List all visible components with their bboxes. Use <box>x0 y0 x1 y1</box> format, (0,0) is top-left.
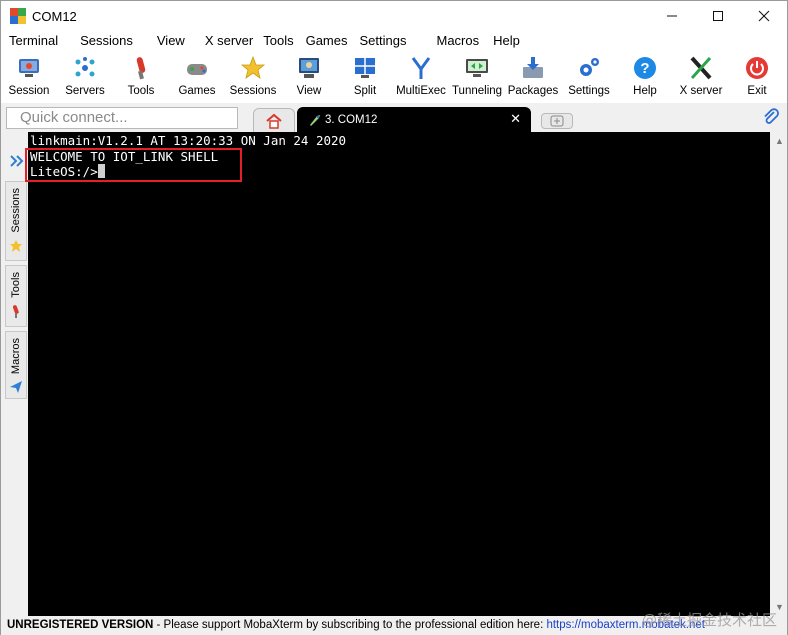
menu-view[interactable]: View <box>141 31 193 51</box>
toolbar-x-server-button[interactable]: X server <box>673 51 729 103</box>
quick-connect-input[interactable]: Quick connect... <box>6 107 238 129</box>
toolbar-label: Settings <box>568 85 610 97</box>
menu-x-server[interactable]: X server <box>193 31 261 51</box>
toolbar-label: MultiExec <box>396 85 446 97</box>
sidebar-tab-sessions[interactable]: Sessions <box>5 181 27 261</box>
toolbar-help-button[interactable]: ? Help <box>617 51 673 103</box>
window-title: COM12 <box>32 8 77 24</box>
toolbar-label: Tools <box>127 85 155 97</box>
tab-com12[interactable]: 3. COM12 ✕ <box>297 107 531 132</box>
toolbar-tools-button[interactable]: Tools <box>113 51 169 103</box>
tab-close-icon[interactable]: ✕ <box>510 111 521 127</box>
toolbar-label: Tunneling <box>451 85 503 97</box>
help-icon: ? <box>632 55 658 81</box>
menu-bar: Terminal Sessions View X server Tools Ga… <box>1 31 787 51</box>
double-chevron-right-icon[interactable] <box>5 145 27 177</box>
toolbar: Session Servers Tools Games Sessions Vie… <box>1 51 787 103</box>
home-tab[interactable] <box>253 108 295 132</box>
settings-gear-icon <box>576 55 602 81</box>
attachment-button[interactable] <box>761 107 781 127</box>
view-icon <box>296 55 322 81</box>
serial-rocket-icon <box>310 114 320 126</box>
exit-power-icon <box>744 55 770 81</box>
paperclip-icon <box>764 108 779 124</box>
star-icon <box>9 239 23 256</box>
split-icon <box>352 55 378 81</box>
terminal-line: linkmain:V1.2.1 AT 13:20:33 ON Jan 24 20… <box>30 133 347 148</box>
left-sidebar: Sessions Tools Macros <box>5 141 27 401</box>
tunneling-icon <box>464 55 490 81</box>
sidebar-tab-label: Macros <box>10 338 22 375</box>
sessions-star-icon <box>240 55 266 81</box>
menu-help[interactable]: Help <box>487 31 528 51</box>
paper-plane-icon <box>9 380 23 397</box>
menu-sessions[interactable]: Sessions <box>66 31 141 51</box>
unregistered-label: UNREGISTERED VERSION <box>7 619 154 631</box>
tools-icon <box>9 304 23 321</box>
toolbar-split-button[interactable]: Split <box>337 51 393 103</box>
mobaxterm-window: COM12 Terminal Sessions View X server To… <box>0 0 788 635</box>
packages-icon <box>520 55 546 81</box>
watermark: @稀土掘金技术社区 <box>641 611 777 629</box>
toolbar-label: Servers <box>65 85 105 97</box>
toolbar-exit-button[interactable]: Exit <box>729 51 785 103</box>
plus-icon <box>550 115 564 127</box>
minimize-button[interactable] <box>649 1 695 31</box>
x-server-icon <box>688 55 714 81</box>
toolbar-sessions-button[interactable]: Sessions <box>225 51 281 103</box>
sidebar-tab-label: Sessions <box>10 188 22 233</box>
title-bar: COM12 <box>1 1 787 31</box>
toolbar-label: Split <box>353 85 377 97</box>
toolbar-label: View <box>296 85 322 97</box>
terminal-scrollbar[interactable]: ▲ ▼ <box>771 132 787 616</box>
red-highlight-box <box>25 148 242 182</box>
menu-settings[interactable]: Settings <box>356 31 415 51</box>
toolbar-label: Help <box>633 85 657 97</box>
scroll-up-icon[interactable]: ▲ <box>775 136 784 146</box>
mobaxterm-app-icon <box>10 8 26 24</box>
toolbar-label: Sessions <box>229 85 277 97</box>
tab-row: Quick connect... 3. COM12 ✕ <box>1 103 787 132</box>
tab-label: 3. COM12 <box>325 113 378 126</box>
sidebar-tab-tools[interactable]: Tools <box>5 265 27 327</box>
maximize-icon <box>713 11 723 21</box>
toolbar-tunneling-button[interactable]: Tunneling <box>449 51 505 103</box>
multiexec-icon <box>408 55 434 81</box>
home-icon <box>266 113 282 129</box>
tools-icon <box>128 55 154 81</box>
toolbar-packages-button[interactable]: Packages <box>505 51 561 103</box>
toolbar-servers-button[interactable]: Servers <box>57 51 113 103</box>
new-tab-button[interactable] <box>541 113 573 129</box>
toolbar-games-button[interactable]: Games <box>169 51 225 103</box>
toolbar-settings-button[interactable]: Settings <box>561 51 617 103</box>
toolbar-label: Exit <box>747 85 767 97</box>
toolbar-label: Games <box>178 85 216 97</box>
close-button[interactable] <box>741 1 787 31</box>
maximize-button[interactable] <box>695 1 741 31</box>
toolbar-label: Packages <box>507 85 559 97</box>
svg-text:?: ? <box>640 60 649 77</box>
window-controls <box>649 1 787 31</box>
minimize-icon <box>667 15 677 17</box>
toolbar-label: X server <box>679 85 723 97</box>
menu-games[interactable]: Games <box>302 31 356 51</box>
sidebar-tab-macros[interactable]: Macros <box>5 331 27 399</box>
close-icon <box>758 10 770 22</box>
toolbar-session-button[interactable]: Session <box>1 51 57 103</box>
status-message: - Please support MobaXterm by subscribin… <box>153 619 547 631</box>
servers-icon <box>72 55 98 81</box>
sidebar-tab-label: Tools <box>10 272 22 298</box>
session-icon <box>16 55 42 81</box>
toolbar-view-button[interactable]: View <box>281 51 337 103</box>
toolbar-label: Session <box>8 85 50 97</box>
terminal-view[interactable]: linkmain:V1.2.1 AT 13:20:33 ON Jan 24 20… <box>28 132 770 616</box>
menu-macros[interactable]: Macros <box>414 31 487 51</box>
games-icon <box>184 55 210 81</box>
menu-tools[interactable]: Tools <box>261 31 301 51</box>
menu-terminal[interactable]: Terminal <box>1 31 66 51</box>
toolbar-multiexec-button[interactable]: MultiExec <box>393 51 449 103</box>
